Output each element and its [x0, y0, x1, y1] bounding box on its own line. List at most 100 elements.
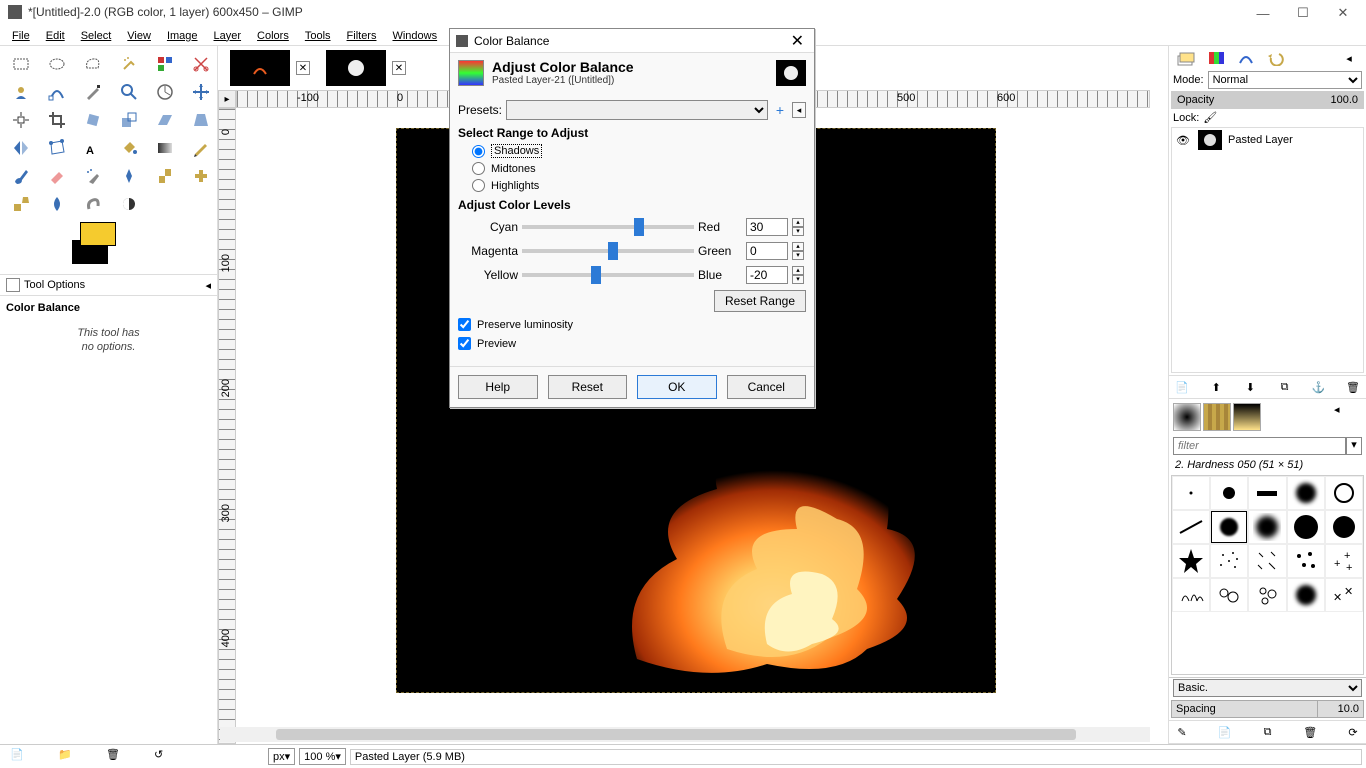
- unit-select[interactable]: px▾: [268, 748, 295, 765]
- spin-up[interactable]: ▴: [792, 242, 804, 251]
- brush-dock-menu-icon[interactable]: ◂: [1334, 403, 1362, 431]
- brush-item[interactable]: [1325, 476, 1363, 510]
- range-shadows-label[interactable]: Shadows: [491, 144, 542, 158]
- brush-item[interactable]: [1248, 544, 1286, 578]
- layers-tab-icon[interactable]: [1173, 48, 1199, 68]
- range-midtones-radio[interactable]: [472, 162, 485, 175]
- bottom-icon-2[interactable]: 📁: [58, 748, 76, 766]
- tool-move[interactable]: [186, 80, 216, 104]
- tool-blur[interactable]: [42, 192, 72, 216]
- tool-shear[interactable]: [150, 108, 180, 132]
- tool-paintbrush[interactable]: [6, 164, 36, 188]
- tool-color-picker[interactable]: [78, 80, 108, 104]
- spin-up[interactable]: ▴: [792, 266, 804, 275]
- mode-select[interactable]: Normal: [1208, 71, 1362, 89]
- tool-airbrush[interactable]: [78, 164, 108, 188]
- brush-item[interactable]: [1248, 510, 1286, 544]
- duplicate-brush-icon[interactable]: ⧉: [1259, 723, 1277, 741]
- maximize-button[interactable]: ☐: [1292, 4, 1314, 22]
- menu-layer[interactable]: Layer: [206, 26, 250, 44]
- tool-perspective[interactable]: [186, 108, 216, 132]
- tool-scissors[interactable]: [186, 52, 216, 76]
- layer-row[interactable]: 👁 Pasted Layer: [1172, 128, 1363, 152]
- close-button[interactable]: ✕: [1332, 4, 1354, 22]
- tool-color-select[interactable]: [150, 52, 180, 76]
- new-layer-icon[interactable]: 📄: [1173, 378, 1191, 396]
- gradient-tab-icon[interactable]: [1233, 403, 1261, 431]
- preset-menu-icon[interactable]: ◂: [792, 102, 806, 118]
- tool-zoom[interactable]: [114, 80, 144, 104]
- spin-down[interactable]: ▾: [792, 251, 804, 260]
- minimize-button[interactable]: —: [1252, 4, 1274, 22]
- fg-color-swatch[interactable]: [80, 222, 116, 246]
- bottom-icon-1[interactable]: 📄: [10, 748, 28, 766]
- close-tab-icon[interactable]: ✕: [296, 61, 310, 75]
- yellow-blue-slider[interactable]: [522, 273, 694, 277]
- tool-crop[interactable]: [42, 108, 72, 132]
- tool-rect-select[interactable]: [6, 52, 36, 76]
- reset-button[interactable]: Reset: [548, 375, 628, 399]
- dock-menu-icon[interactable]: ◂: [1336, 48, 1362, 68]
- cyan-red-value[interactable]: [746, 218, 788, 236]
- tool-scale[interactable]: [114, 108, 144, 132]
- preserve-luminosity-label[interactable]: Preserve luminosity: [477, 319, 573, 331]
- brush-item[interactable]: [1325, 510, 1363, 544]
- menu-tools[interactable]: Tools: [297, 26, 339, 44]
- brush-item[interactable]: [1172, 544, 1210, 578]
- layer-list[interactable]: 👁 Pasted Layer: [1171, 127, 1364, 373]
- raise-layer-icon[interactable]: ⬆: [1207, 378, 1225, 396]
- tool-clone[interactable]: [150, 164, 180, 188]
- spin-down[interactable]: ▾: [792, 275, 804, 284]
- brush-item[interactable]: ✕✕: [1325, 578, 1363, 612]
- menu-file[interactable]: File: [4, 26, 38, 44]
- spacing-value[interactable]: 10.0: [1318, 700, 1364, 718]
- layer-name[interactable]: Pasted Layer: [1228, 134, 1293, 146]
- spin-down[interactable]: ▾: [792, 227, 804, 236]
- zoom-select[interactable]: 100 %▾: [299, 748, 346, 765]
- cancel-button[interactable]: Cancel: [727, 375, 807, 399]
- menu-windows[interactable]: Windows: [384, 26, 445, 44]
- lower-layer-icon[interactable]: ⬇: [1241, 378, 1259, 396]
- brush-item-selected[interactable]: [1210, 510, 1248, 544]
- yellow-blue-value[interactable]: [746, 266, 788, 284]
- tool-free-select[interactable]: [78, 52, 108, 76]
- cyan-red-slider[interactable]: [522, 225, 694, 229]
- magenta-green-slider[interactable]: [522, 249, 694, 253]
- layer-thumbnail[interactable]: [1198, 130, 1222, 150]
- brush-item[interactable]: [1287, 578, 1325, 612]
- brush-filter-dropdown[interactable]: ▾: [1346, 437, 1362, 455]
- brush-item[interactable]: [1287, 544, 1325, 578]
- lock-pixels-icon[interactable]: 🖌: [1203, 111, 1221, 124]
- brush-grid[interactable]: +++ ✕✕: [1171, 475, 1364, 675]
- tool-eraser[interactable]: [42, 164, 72, 188]
- dialog-close-icon[interactable]: ✕: [787, 31, 808, 51]
- brush-item[interactable]: [1248, 578, 1286, 612]
- ok-button[interactable]: OK: [637, 375, 717, 399]
- presets-select[interactable]: [506, 100, 768, 120]
- menu-view[interactable]: View: [119, 26, 159, 44]
- brush-item[interactable]: [1248, 476, 1286, 510]
- color-swatches[interactable]: [0, 222, 217, 274]
- anchor-layer-icon[interactable]: ⚓: [1310, 378, 1328, 396]
- layer-visibility-icon[interactable]: 👁: [1176, 134, 1192, 147]
- preview-label[interactable]: Preview: [477, 338, 516, 350]
- brush-item[interactable]: [1172, 510, 1210, 544]
- tool-bucket[interactable]: [114, 136, 144, 160]
- brush-item[interactable]: [1172, 578, 1210, 612]
- tool-ellipse-select[interactable]: [42, 52, 72, 76]
- reset-range-button[interactable]: Reset Range: [714, 290, 806, 312]
- edit-brush-icon[interactable]: ✎: [1173, 723, 1191, 741]
- preserve-luminosity-checkbox[interactable]: [458, 318, 471, 331]
- tool-paths[interactable]: [42, 80, 72, 104]
- preset-add-icon[interactable]: +: [772, 102, 788, 118]
- opacity-slider[interactable]: Opacity 100.0: [1171, 91, 1364, 109]
- tool-align[interactable]: [6, 108, 36, 132]
- bottom-icon-4[interactable]: ↺: [154, 748, 172, 766]
- menu-edit[interactable]: Edit: [38, 26, 73, 44]
- spacing-label[interactable]: Spacing: [1171, 700, 1318, 718]
- canvas-h-scrollbar[interactable]: [220, 727, 1150, 742]
- document-tab-2[interactable]: ✕: [322, 48, 410, 88]
- magenta-green-value[interactable]: [746, 242, 788, 260]
- brush-filter-input[interactable]: [1173, 437, 1346, 455]
- tool-heal[interactable]: [186, 164, 216, 188]
